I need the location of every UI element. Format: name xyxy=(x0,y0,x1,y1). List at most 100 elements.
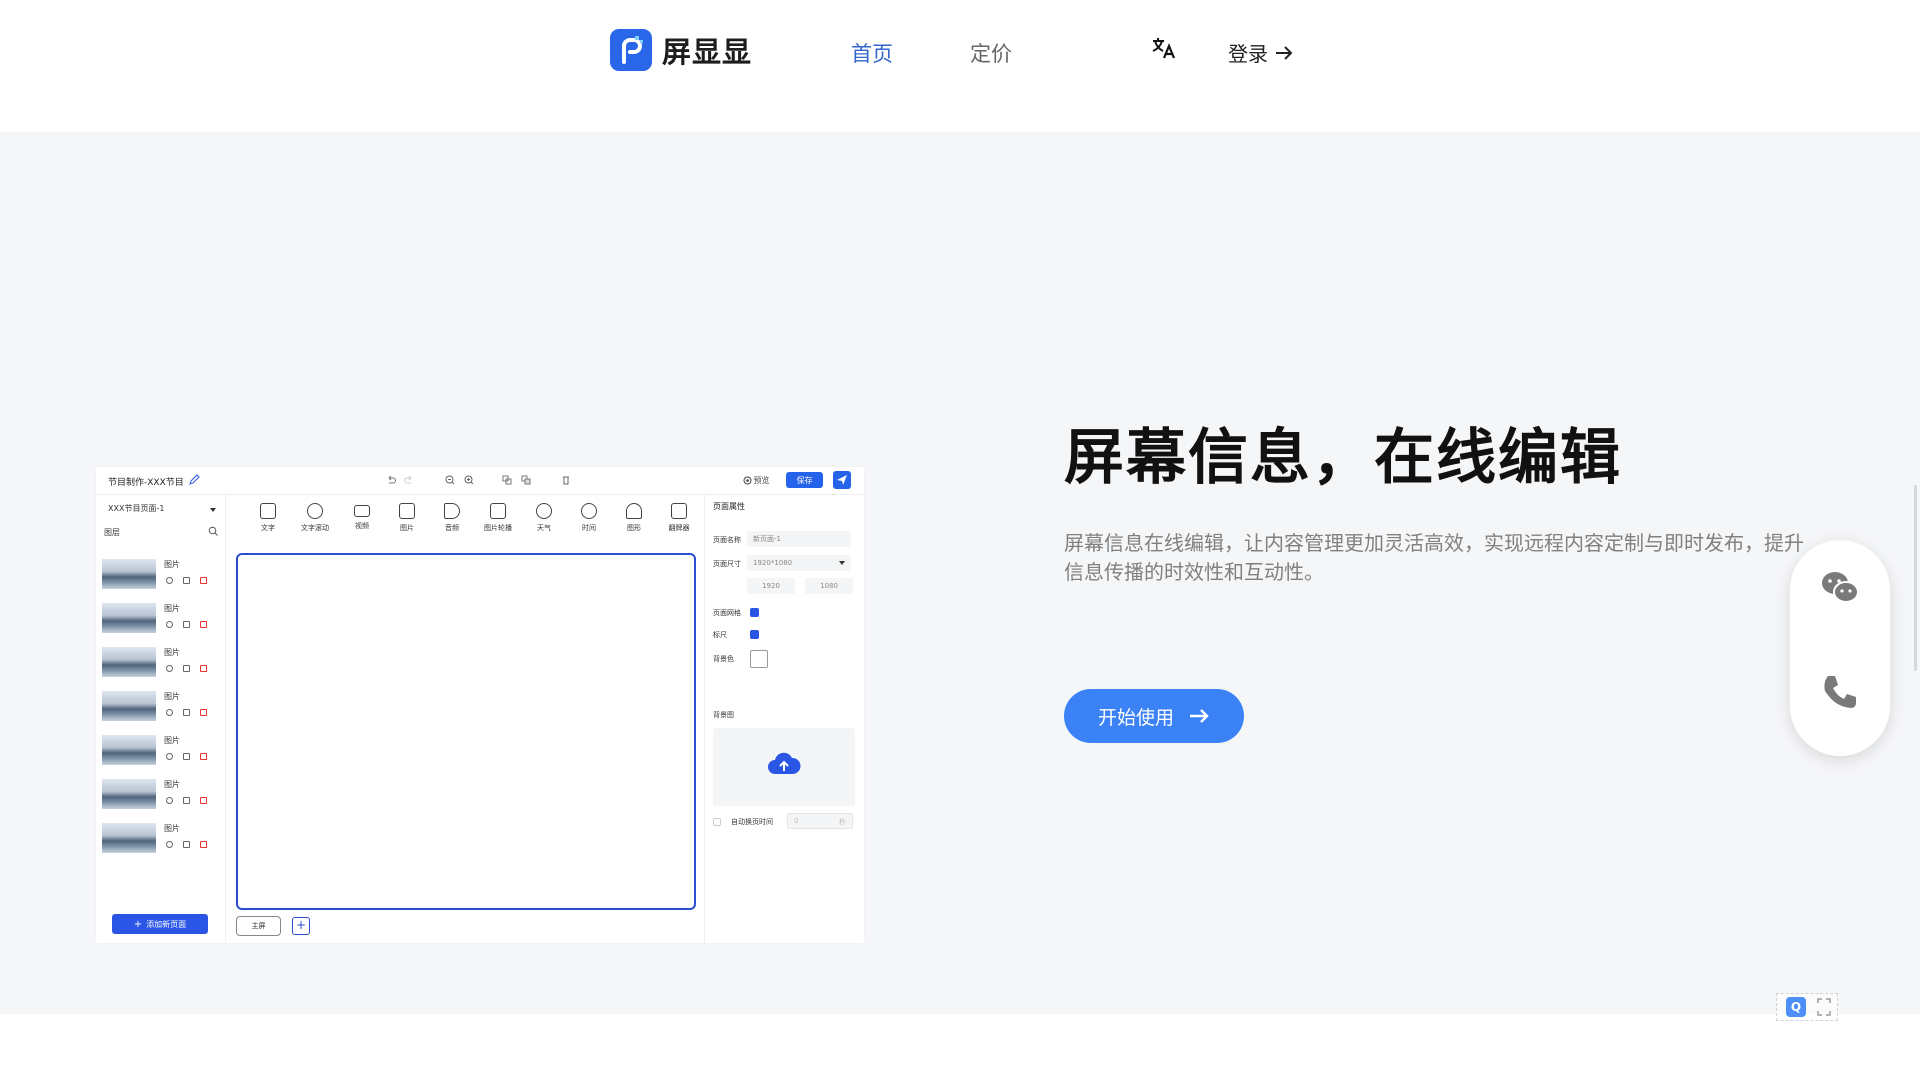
publish-button[interactable] xyxy=(833,471,851,489)
layer-item[interactable]: 图片 xyxy=(102,819,220,857)
start-button[interactable]: 开始使用 xyxy=(1064,689,1244,743)
page-size-select[interactable]: 1920*1080 xyxy=(747,555,851,571)
tool-flip-counter[interactable]: 翻牌器 xyxy=(657,501,701,533)
search-icon[interactable] xyxy=(208,526,218,536)
delete-icon[interactable] xyxy=(200,841,207,848)
tool-video[interactable]: 视频 xyxy=(340,501,384,531)
preview-button[interactable]: 预览 xyxy=(738,473,774,488)
lock-icon[interactable] xyxy=(183,841,190,848)
layer-item[interactable]: 图片 xyxy=(102,599,220,637)
scrolling-text-icon xyxy=(307,503,323,519)
layer-item[interactable]: 图片 xyxy=(102,731,220,769)
tool-carousel[interactable]: 图片轮播 xyxy=(476,501,520,533)
start-button-label: 开始使用 xyxy=(1097,706,1174,729)
delete-icon[interactable] xyxy=(200,665,207,672)
delete-icon[interactable] xyxy=(200,709,207,716)
q-icon: Q xyxy=(1786,997,1806,1017)
lock-icon[interactable] xyxy=(183,753,190,760)
hero-section: 节目制作-XXX节目 预览 保存 XXX节目页面-1 图层 图片 图片 图片 图… xyxy=(0,132,1920,1014)
auto-switch-input[interactable]: 0 秒 xyxy=(787,813,853,829)
delete-icon[interactable] xyxy=(200,621,207,628)
eye-icon[interactable] xyxy=(166,621,173,628)
screen-tab-main[interactable]: 主屏 xyxy=(236,916,281,936)
height-input[interactable]: 1080 xyxy=(805,578,853,594)
scrollbar-thumb[interactable] xyxy=(1914,485,1917,671)
login-button[interactable]: 登录 xyxy=(1228,38,1294,67)
caret-down-icon xyxy=(210,508,216,512)
top-navigation: 屏显显 首页 定价 登录 xyxy=(0,0,1920,132)
add-page-button[interactable]: + 添加新页面 xyxy=(112,914,208,934)
eye-icon xyxy=(743,476,751,485)
cloud-upload-icon xyxy=(768,752,801,774)
eye-icon[interactable] xyxy=(166,797,173,804)
lock-icon[interactable] xyxy=(183,797,190,804)
tool-scrolling-text[interactable]: 文字滚动 xyxy=(293,501,337,533)
eye-icon[interactable] xyxy=(166,577,173,584)
layer-item[interactable]: 图片 xyxy=(102,775,220,813)
tool-label: 时间 xyxy=(582,524,596,532)
flip-counter-icon xyxy=(671,503,687,519)
add-page-label: 添加新页面 xyxy=(146,919,187,929)
delete-icon[interactable] xyxy=(200,753,207,760)
width-input[interactable]: 1920 xyxy=(747,578,795,594)
layer-thumbnail xyxy=(102,735,156,765)
grid-checkbox[interactable] xyxy=(750,608,759,617)
add-screen-button[interactable]: + xyxy=(292,917,310,935)
translate-icon[interactable] xyxy=(1151,35,1177,61)
tool-weather[interactable]: 天气 xyxy=(522,501,566,533)
tool-label: 音频 xyxy=(445,524,459,532)
arrow-right-icon xyxy=(1276,45,1293,60)
edit-icon xyxy=(189,474,200,485)
save-button[interactable]: 保存 xyxy=(786,472,823,488)
editor-title: 节目制作-XXX节目 xyxy=(108,478,184,488)
page-name-input[interactable]: 新页面-1 xyxy=(747,531,851,547)
tool-image[interactable]: 图片 xyxy=(385,501,429,533)
audio-icon xyxy=(444,503,460,519)
auto-switch-value: 0 xyxy=(794,817,799,825)
paste-icon xyxy=(521,475,531,485)
text-icon xyxy=(260,503,276,519)
brand-logo[interactable]: 屏显显 xyxy=(610,29,752,71)
layer-name: 图片 xyxy=(164,736,180,745)
auto-switch-checkbox[interactable] xyxy=(713,818,721,826)
eye-icon[interactable] xyxy=(166,841,173,848)
video-icon xyxy=(354,505,370,517)
lock-icon[interactable] xyxy=(183,709,190,716)
bg-image-upload[interactable] xyxy=(713,728,855,806)
page-select[interactable]: XXX节目页面-1 xyxy=(108,503,216,519)
screen-tab-label: 主屏 xyxy=(251,922,266,930)
search-widget[interactable]: Q xyxy=(1776,993,1838,1021)
tool-clock[interactable]: 时间 xyxy=(567,501,611,533)
tool-audio[interactable]: 音频 xyxy=(430,501,474,533)
nav-home[interactable]: 首页 xyxy=(851,38,893,68)
eye-icon[interactable] xyxy=(166,753,173,760)
lock-icon[interactable] xyxy=(183,621,190,628)
lock-icon[interactable] xyxy=(183,577,190,584)
carousel-icon xyxy=(490,503,506,519)
layer-thumbnail xyxy=(102,647,156,677)
eye-icon[interactable] xyxy=(166,665,173,672)
tool-shape[interactable]: 图形 xyxy=(612,501,656,533)
delete-icon[interactable] xyxy=(200,577,207,584)
copy-icon xyxy=(502,475,512,485)
eye-icon[interactable] xyxy=(166,709,173,716)
ruler-label: 标尺 xyxy=(713,631,727,639)
bg-color-picker[interactable] xyxy=(750,650,768,668)
layer-item[interactable]: 图片 xyxy=(102,687,220,725)
lock-icon[interactable] xyxy=(183,665,190,672)
scan-icon[interactable] xyxy=(1817,998,1831,1016)
layer-name: 图片 xyxy=(164,780,180,789)
tool-text[interactable]: 文字 xyxy=(246,501,290,533)
tool-label: 翻牌器 xyxy=(668,524,690,532)
editing-canvas[interactable] xyxy=(236,553,696,910)
delete-icon[interactable] xyxy=(200,797,207,804)
phone-icon[interactable] xyxy=(1818,670,1862,714)
ruler-checkbox[interactable] xyxy=(750,630,759,639)
nav-pricing[interactable]: 定价 xyxy=(970,38,1012,68)
weather-icon xyxy=(536,503,552,519)
wechat-icon[interactable] xyxy=(1818,566,1862,610)
send-icon xyxy=(837,475,847,485)
layer-item[interactable]: 图片 xyxy=(102,555,220,593)
layer-item[interactable]: 图片 xyxy=(102,643,220,681)
redo-icon xyxy=(404,475,412,484)
